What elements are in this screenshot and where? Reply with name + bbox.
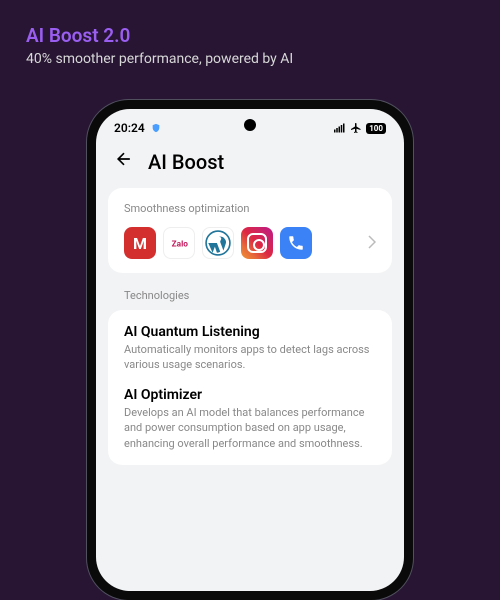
technologies-card: AI Quantum Listening Automatically monit… [108, 310, 392, 465]
tech-desc: Develops an AI model that balances perfo… [124, 405, 376, 451]
status-time: 20:24 [114, 121, 145, 135]
technologies-label: Technologies [96, 283, 404, 310]
camera-notch [244, 119, 256, 131]
airplane-icon [350, 122, 362, 134]
app-icon-phone [280, 227, 312, 259]
svg-text:Zalo: Zalo [172, 240, 189, 250]
phone-frame: 20:24 100 AI Boost Smoothne [87, 100, 413, 600]
app-icon-instagram [241, 227, 273, 259]
tech-title: AI Quantum Listening [124, 324, 376, 340]
smoothness-card[interactable]: Smoothness optimization M Zalo [108, 188, 392, 273]
signal-icon [334, 123, 346, 133]
shield-icon [151, 123, 161, 133]
app-icon-zalo: Zalo [163, 227, 195, 259]
status-left: 20:24 [114, 121, 161, 135]
app-icon-wordpress [202, 227, 234, 259]
app-icon-momo: M [124, 227, 156, 259]
tech-title: AI Optimizer [124, 387, 376, 403]
phone-screen: 20:24 100 AI Boost Smoothne [96, 109, 404, 591]
tech-item-optimizer[interactable]: AI Optimizer Develops an AI model that b… [124, 387, 376, 451]
page-header: AI Boost [96, 139, 404, 188]
chevron-right-icon [368, 234, 376, 253]
app-row: M Zalo [124, 227, 376, 259]
page-title: AI Boost [148, 150, 224, 174]
promo-subtitle: 40% smoother performance, powered by AI [26, 51, 474, 67]
smoothness-label: Smoothness optimization [124, 202, 376, 215]
promo-title: AI Boost 2.0 [26, 24, 474, 47]
battery-indicator: 100 [366, 123, 386, 134]
tech-item-quantum[interactable]: AI Quantum Listening Automatically monit… [124, 324, 376, 373]
back-button[interactable] [114, 149, 134, 174]
promo-header: AI Boost 2.0 40% smoother performance, p… [0, 0, 500, 79]
status-right: 100 [334, 122, 386, 134]
tech-desc: Automatically monitors apps to detect la… [124, 342, 376, 373]
